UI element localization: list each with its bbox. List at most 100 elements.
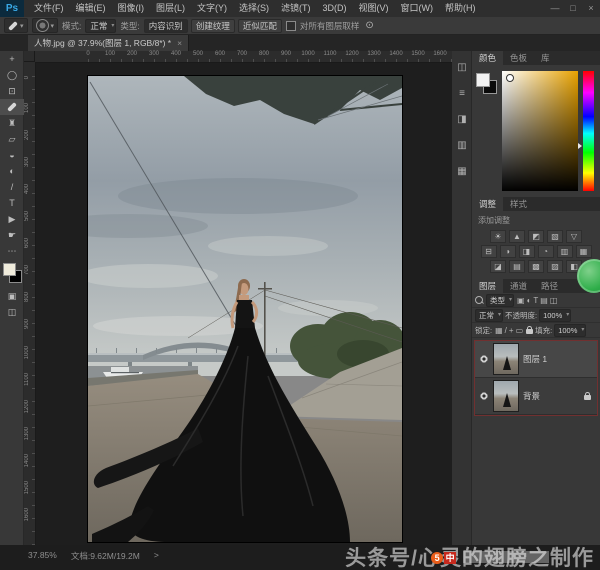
type-option-button[interactable]: 创建纹理 [190, 18, 235, 33]
photoshop-window: Ps 文件(F) 编辑(E) 图像(I) 图层(L) 文字(Y) 选择(S) 滤镜(T) 3D… [0, 0, 600, 570]
zoom-level[interactable]: 37.85% [28, 550, 57, 562]
document-tab[interactable]: 人物.jpg @ 37.9%(图层 1, RGB/8*) * × [28, 35, 190, 51]
menu-item[interactable]: 图像(I) [112, 0, 151, 17]
collapsed-info-panel-icon[interactable]: ◨ [452, 109, 472, 129]
menu-item[interactable]: 视图(V) [353, 0, 395, 17]
filter-type-select[interactable]: 类型 [486, 293, 514, 307]
menu-item[interactable]: 文件(F) [28, 0, 70, 17]
adjustment-icon[interactable]: ▤ [509, 260, 525, 273]
adjustment-icon[interactable]: ◔ [537, 245, 554, 258]
layers-tab[interactable]: 图层 [472, 279, 504, 293]
more-tools[interactable]: ⋯ [0, 243, 24, 259]
filter-icon[interactable]: ▤ [539, 296, 549, 305]
menu-item[interactable]: 帮助(H) [439, 0, 482, 17]
adjustments-tab[interactable]: 样式 [503, 197, 534, 211]
adjustment-icon[interactable]: ▦ [575, 245, 592, 258]
pen-tool[interactable]: / [0, 179, 24, 195]
lock-option-icon[interactable]: ▦ [494, 326, 504, 335]
screen-mode-button[interactable]: ◫ [0, 304, 24, 320]
adjustment-icon[interactable]: ▽ [566, 230, 582, 243]
foreground-color-swatch[interactable] [3, 263, 16, 276]
filter-icon[interactable]: ◐ [526, 296, 533, 305]
menu-item[interactable]: 图层(L) [150, 0, 191, 17]
adjustment-icon[interactable]: ▨ [547, 260, 563, 273]
collapsed-paragraph-panel-icon[interactable]: ▦ [452, 161, 472, 181]
filter-icon[interactable]: ▣ [516, 296, 526, 305]
lock-icon[interactable] [526, 326, 534, 334]
close-tab-icon[interactable]: × [177, 38, 182, 48]
eraser-tool[interactable]: ▱ [0, 131, 24, 147]
window-maximize-button[interactable]: □ [564, 0, 582, 17]
menu-item[interactable]: 窗口(W) [395, 0, 440, 17]
hue-slider[interactable] [583, 71, 594, 191]
type-option-button[interactable]: 内容识别 [143, 18, 188, 33]
brush-size-picker[interactable]: ▾ [31, 18, 59, 33]
opacity-value[interactable]: 100% [539, 308, 572, 322]
quick-mask-button[interactable]: ▣ [0, 288, 24, 304]
hand-tool[interactable]: ☛ [0, 227, 24, 243]
adjustment-icon[interactable]: ▲ [509, 230, 525, 243]
menu-item[interactable]: 选择(S) [233, 0, 275, 17]
ruler-tick-label: 1200 [24, 400, 30, 414]
canvas-area[interactable]: 0 100 200 300 400 500 600 700 800 900 1000 1100 1200… [24, 51, 452, 545]
collapsed-properties-panel-icon[interactable]: ≡ [452, 83, 472, 103]
move-tool[interactable]: + [0, 51, 24, 67]
layer-thumbnail[interactable] [493, 343, 519, 375]
ruler-tick-label: 0 [24, 76, 30, 80]
menu-item[interactable]: 编辑(E) [70, 0, 112, 17]
menu-item[interactable]: 滤镜(T) [275, 0, 317, 17]
menu-item[interactable]: 3D(D) [317, 0, 353, 17]
color-tab[interactable]: 库 [534, 51, 557, 65]
mode-select[interactable]: 正常 [85, 18, 117, 33]
adjustment-icon[interactable]: ◪ [490, 260, 506, 273]
blur-tool[interactable]: ◒ [0, 147, 24, 163]
crop-tool[interactable]: ⊡ [0, 83, 24, 99]
layer-row[interactable]: 背景 [475, 378, 597, 415]
dodge-tool[interactable]: ◐ [0, 163, 24, 179]
collapsed-character-panel-icon[interactable]: ▥ [452, 135, 472, 155]
window-minimize-button[interactable]: — [546, 0, 564, 17]
spot-healing-brush-tool[interactable] [0, 99, 24, 115]
path-select-tool[interactable]: ▶ [0, 211, 24, 227]
adjustment-icon[interactable]: ☀ [490, 230, 506, 243]
layers-tab[interactable]: 通道 [503, 279, 534, 293]
photo-document[interactable] [87, 75, 403, 543]
visibility-eye-icon[interactable] [479, 354, 489, 364]
adjustment-icon[interactable]: ▥ [556, 245, 573, 258]
filter-icon[interactable]: ◫ [549, 296, 559, 305]
layer-thumbnail[interactable] [493, 380, 519, 412]
current-tool-chip[interactable]: ▾ [4, 18, 28, 33]
panel-foreground-swatch[interactable] [476, 73, 490, 87]
sample-all-layers-checkbox[interactable] [285, 20, 296, 31]
window-close-button[interactable]: × [582, 0, 600, 17]
status-chevron-icon[interactable]: > [154, 550, 159, 562]
color-sample-marker[interactable] [506, 74, 514, 82]
adjustment-icon[interactable]: ◨ [518, 245, 535, 258]
adjustment-icon[interactable]: ◑ [499, 245, 516, 258]
layers-tab[interactable]: 路径 [534, 279, 565, 293]
adjustment-icon[interactable]: ▧ [547, 230, 563, 243]
visibility-eye-icon[interactable] [479, 391, 489, 401]
lasso-tool[interactable]: ◯ [0, 67, 24, 83]
collapsed-history-panel-icon[interactable]: ◫ [452, 57, 472, 77]
lock-option-icon[interactable]: ▭ [515, 326, 525, 335]
hue-slider-marker[interactable] [578, 143, 582, 149]
adjustments-tab[interactable]: 调整 [472, 197, 504, 211]
type-tool[interactable]: T [0, 195, 24, 211]
filter-icon[interactable]: T [532, 296, 539, 305]
fill-value[interactable]: 100% [554, 323, 587, 337]
color-tab[interactable]: 色板 [503, 51, 534, 65]
lock-option-icon[interactable]: + [508, 326, 515, 335]
adjustment-icon[interactable]: ▩ [528, 260, 544, 273]
pen-pressure-icon[interactable]: ⊙ [365, 20, 373, 31]
layer-row[interactable]: 图层 1 [475, 341, 597, 378]
type-option-button[interactable]: 近似匹配 [237, 18, 282, 33]
saturation-brightness-field[interactable] [502, 71, 578, 191]
adjustment-icon[interactable]: ⊟ [480, 245, 497, 258]
clone-stamp-tool[interactable]: ♜ [0, 115, 24, 131]
ruler-tick-label: 300 [148, 51, 160, 57]
blend-mode-select[interactable]: 正常 [475, 308, 503, 322]
adjustment-icon[interactable]: ◩ [528, 230, 544, 243]
color-tab[interactable]: 颜色 [472, 51, 504, 65]
menu-item[interactable]: 文字(Y) [191, 0, 233, 17]
